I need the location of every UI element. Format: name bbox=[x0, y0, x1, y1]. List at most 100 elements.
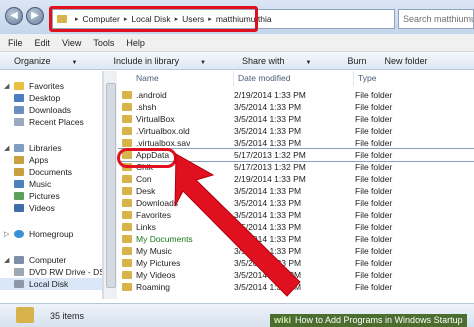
breadcrumb-users[interactable]: Users bbox=[182, 14, 204, 24]
forward-button[interactable]: ▶ bbox=[26, 7, 44, 25]
column-header-type[interactable]: Type bbox=[354, 71, 474, 86]
file-date: 3/5/2014 1:33 PM bbox=[234, 258, 302, 268]
nav-recent-places[interactable]: Recent Places bbox=[14, 116, 84, 128]
nav-music[interactable]: Music bbox=[14, 178, 51, 190]
organize-button[interactable]: Organize ▼ bbox=[14, 56, 95, 66]
file-type: File folder bbox=[355, 198, 393, 208]
file-row[interactable]: Links 3/5/2014 1:33 PM File folder bbox=[118, 221, 474, 233]
burn-button[interactable]: Burn bbox=[347, 56, 366, 66]
nav-favorites[interactable]: ◢ Favorites bbox=[4, 80, 64, 92]
nav-documents[interactable]: Documents bbox=[14, 166, 72, 178]
file-row[interactable]: AppData 5/17/2013 1:32 PM File folder bbox=[118, 148, 474, 162]
nav-downloads[interactable]: Downloads bbox=[14, 104, 71, 116]
file-type: File folder bbox=[355, 246, 393, 256]
file-type: File folder bbox=[355, 270, 393, 280]
file-row[interactable]: Con 2/19/2014 1:33 PM File folder bbox=[118, 173, 474, 185]
menu-edit[interactable]: Edit bbox=[35, 38, 51, 48]
nav-computer[interactable]: ◢ Computer bbox=[4, 254, 66, 266]
file-type: File folder bbox=[355, 258, 393, 268]
file-type: File folder bbox=[355, 150, 393, 160]
dvd-drive-icon bbox=[14, 268, 24, 276]
file-type: File folder bbox=[355, 102, 393, 112]
column-header-name[interactable]: Name bbox=[132, 71, 234, 86]
file-date: 3/5/2014 1:33 PM bbox=[234, 198, 302, 208]
file-row[interactable]: My Documents 3/5/2014 1:33 PM File folder bbox=[118, 233, 474, 245]
menu-view[interactable]: View bbox=[62, 38, 81, 48]
file-date: 3/5/2014 1:33 PM bbox=[234, 222, 302, 232]
search-input[interactable]: Search matthiumutthia bbox=[398, 9, 474, 29]
file-date: 3/5/2014 1:33 PM bbox=[234, 114, 302, 124]
folder-icon bbox=[122, 259, 132, 267]
expand-icon: ▷ bbox=[4, 231, 10, 238]
file-row[interactable]: .android 2/19/2014 1:33 PM File folder bbox=[118, 89, 474, 101]
column-header-date[interactable]: Date modified bbox=[234, 71, 354, 86]
file-row[interactable]: .Virtualbox.old 3/5/2014 1:33 PM File fold… bbox=[118, 125, 474, 137]
expand-icon: ◢ bbox=[4, 257, 10, 264]
folder-icon bbox=[122, 139, 132, 147]
file-row[interactable]: Desk 3/5/2014 1:33 PM File folder bbox=[118, 185, 474, 197]
nav-computer-label: Computer bbox=[29, 255, 67, 265]
file-date: 3/5/2014 1:33 PM bbox=[234, 102, 302, 112]
menu-bar: File Edit View Tools Help bbox=[0, 34, 474, 52]
file-name: Favorites bbox=[136, 210, 171, 220]
menu-help[interactable]: Help bbox=[126, 38, 145, 48]
file-row[interactable]: .virtualbox.sav 3/5/2014 1:33 PM File fold… bbox=[118, 137, 474, 149]
apps-icon bbox=[14, 156, 24, 164]
watermark-text: How to Add Programs in Windows Startup bbox=[295, 315, 463, 325]
folder-icon bbox=[122, 127, 132, 135]
scrollbar-thumb[interactable] bbox=[106, 83, 116, 288]
folder-icon bbox=[122, 163, 132, 171]
file-date: 3/5/2014 1:33 PM bbox=[234, 282, 302, 292]
file-date: 3/5/2014 1:33 PM bbox=[234, 210, 302, 220]
expand-icon: ◢ bbox=[4, 83, 10, 90]
computer-icon bbox=[57, 15, 67, 23]
file-name: VirtualBox bbox=[136, 114, 175, 124]
file-row[interactable]: My Music 3/5/2014 1:33 PM File folder bbox=[118, 245, 474, 257]
navigation-scrollbar[interactable] bbox=[103, 71, 117, 299]
file-row[interactable]: Favorites 3/5/2014 1:33 PM File folder bbox=[118, 209, 474, 221]
file-row[interactable]: Chik 5/17/2013 1:32 PM File folder bbox=[118, 161, 474, 173]
nav-videos-label: Videos bbox=[29, 203, 55, 213]
file-row[interactable]: Roaming 3/5/2014 1:33 PM File folder bbox=[118, 281, 474, 293]
menu-tools[interactable]: Tools bbox=[93, 38, 114, 48]
file-row[interactable]: My Videos 3/5/2014 1:33 PM File folder bbox=[118, 269, 474, 281]
back-button[interactable]: ◀ bbox=[5, 7, 23, 25]
file-date: 3/5/2014 1:33 PM bbox=[234, 246, 302, 256]
nav-pictures[interactable]: Pictures bbox=[14, 190, 60, 202]
breadcrumb-user[interactable]: matthiumutthia bbox=[216, 14, 272, 24]
file-row[interactable]: My Pictures 3/5/2014 1:33 PM File folder bbox=[118, 257, 474, 269]
nav-libraries[interactable]: ◢ Libraries bbox=[4, 142, 62, 154]
nav-dvd-drive[interactable]: DVD RW Drive - DSTR bbox=[14, 266, 102, 278]
nav-homegroup[interactable]: ▷ Homegroup bbox=[4, 228, 73, 240]
share-with-button[interactable]: Share with ▼ bbox=[242, 56, 329, 66]
file-date: 3/5/2014 1:33 PM bbox=[234, 234, 302, 244]
nav-videos[interactable]: Videos bbox=[14, 202, 55, 214]
title-bar: ◀ ▶ ▸ Computer ▸ Local Disk ▸ Users ▸ matthi… bbox=[0, 0, 474, 34]
file-date: 5/17/2013 1:32 PM bbox=[234, 150, 306, 160]
breadcrumb-local-disk[interactable]: Local Disk bbox=[131, 14, 170, 24]
file-name: My Videos bbox=[136, 270, 176, 280]
nav-dvd-drive-label: DVD RW Drive - DSTR bbox=[29, 267, 102, 277]
breadcrumb-computer[interactable]: Computer bbox=[83, 14, 120, 24]
menu-file[interactable]: File bbox=[8, 38, 23, 48]
folder-icon bbox=[16, 307, 34, 323]
nav-apps[interactable]: Apps bbox=[14, 154, 48, 166]
file-name: My Documents bbox=[136, 234, 193, 244]
file-type: File folder bbox=[355, 126, 393, 136]
include-library-button[interactable]: Include in library ▼ bbox=[113, 56, 223, 66]
file-row[interactable]: .shsh 3/5/2014 1:33 PM File folder bbox=[118, 101, 474, 113]
new-folder-button[interactable]: New folder bbox=[384, 56, 427, 66]
file-row[interactable]: VirtualBox 3/5/2014 1:33 PM File folder bbox=[118, 113, 474, 125]
recent-places-icon bbox=[14, 118, 24, 126]
file-row[interactable]: Downloads 3/5/2014 1:33 PM File folder bbox=[118, 197, 474, 209]
file-name: My Pictures bbox=[136, 258, 181, 268]
computer-icon bbox=[14, 256, 24, 264]
nav-desktop[interactable]: Desktop bbox=[14, 92, 60, 104]
libraries-icon bbox=[14, 144, 24, 152]
file-name: My Music bbox=[136, 246, 172, 256]
nav-downloads-label: Downloads bbox=[29, 105, 72, 115]
nav-local-disk[interactable]: Local Disk bbox=[0, 278, 102, 290]
address-bar[interactable]: ▸ Computer ▸ Local Disk ▸ Users ▸ matthiumut… bbox=[52, 9, 395, 29]
folder-icon bbox=[122, 187, 132, 195]
folder-icon bbox=[122, 91, 132, 99]
